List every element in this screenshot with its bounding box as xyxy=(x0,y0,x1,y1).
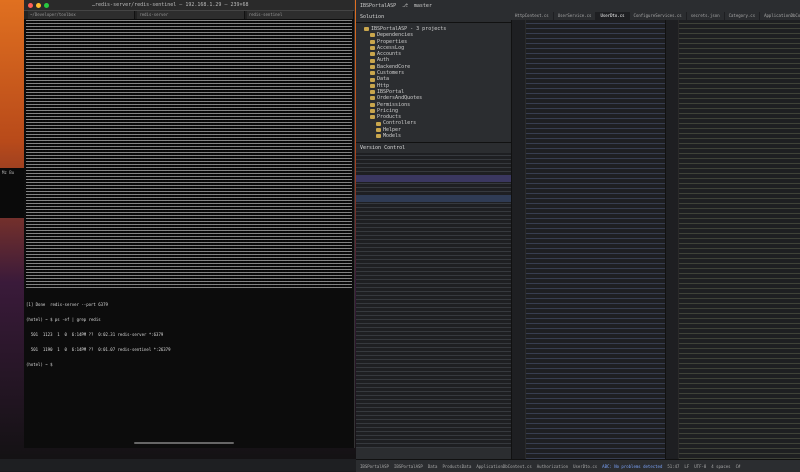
folder-icon xyxy=(370,58,375,63)
minimize-icon[interactable] xyxy=(36,2,41,8)
terminal-title: …redis-server/redis-sentinel — 192.168.1… xyxy=(92,2,249,8)
ide-window: IBSPortalASP ⎇ master Solution IBSPortal… xyxy=(356,0,800,471)
terminal-line: 501 1123 1 0 6:14PM ?? 0:02.31 redis-ser… xyxy=(26,332,164,337)
terminal-titlebar[interactable]: …redis-server/redis-sentinel — 192.168.1… xyxy=(24,0,354,11)
diff-highlight xyxy=(356,175,511,182)
folder-icon xyxy=(370,52,375,57)
terminal-output-dense xyxy=(26,20,352,288)
terminal-tab[interactable]: redis-server xyxy=(137,11,245,19)
branch-name[interactable]: master xyxy=(414,3,432,9)
folder-icon xyxy=(370,96,375,101)
diff-view xyxy=(356,153,511,448)
terminal-window[interactable]: …redis-server/redis-sentinel — 192.168.1… xyxy=(24,0,355,448)
code-editor-right[interactable] xyxy=(668,20,800,459)
folder-icon xyxy=(370,115,375,120)
taskbar-area xyxy=(0,459,356,471)
status-item[interactable]: ApplicationDbContext.cs xyxy=(476,464,531,469)
ide-statusbar: IBSPortalASP IBSPortalASP Data ProductsD… xyxy=(356,459,800,472)
terminal-output-tail: [1] Done redis-server --port 6379 (hotel… xyxy=(26,292,171,377)
folder-icon xyxy=(370,77,375,82)
status-item[interactable]: Authorization xyxy=(537,464,568,469)
encoding[interactable]: UTF-8 xyxy=(694,464,706,469)
background-window: Mz Bu xyxy=(0,168,24,218)
diff-highlight xyxy=(356,195,511,202)
language[interactable]: C# xyxy=(736,464,741,469)
editor-tab-active[interactable]: UserDto.cs xyxy=(596,12,630,20)
folder-icon xyxy=(370,90,375,95)
explorer-title: Solution xyxy=(356,12,511,23)
folder-icon xyxy=(370,109,375,113)
background-window-text: Mz Bu xyxy=(2,170,15,175)
editor-tab[interactable]: Category.cs xyxy=(725,12,761,20)
folder-icon xyxy=(370,71,375,76)
terminal-line: 501 1190 1 0 6:14PM ?? 0:01.07 redis-sen… xyxy=(26,347,171,352)
status-item[interactable]: IBSPortalASP xyxy=(360,464,389,469)
terminal-tab[interactable]: ~/Developer/toolbox xyxy=(28,11,136,19)
terminal-line: (hotel) ~ $ ps -ef | grep redis xyxy=(26,317,101,322)
code-editor-left[interactable] xyxy=(515,20,666,459)
terminal-tabs: ~/Developer/toolbox redis-server redis-s… xyxy=(24,11,354,19)
folder-icon xyxy=(370,33,375,38)
editor-tab[interactable]: HttpContext.cs xyxy=(511,12,554,20)
status-item[interactable]: UserDto.cs xyxy=(573,464,597,469)
terminal-line: (hotel) ~ $ xyxy=(26,362,53,367)
terminal-scrollbar[interactable] xyxy=(134,442,234,444)
version-control-panel: Version Control xyxy=(356,142,511,448)
maximize-icon[interactable] xyxy=(44,2,49,8)
vcs-title: Version Control xyxy=(356,143,511,153)
editor-tab[interactable]: ConfigureServices.cs xyxy=(630,12,687,20)
terminal-tab[interactable]: redis-sentinel xyxy=(246,11,354,19)
folder-icon xyxy=(370,102,375,107)
tree-label: Models xyxy=(383,133,402,140)
caret-position[interactable]: 51:47 xyxy=(667,464,679,469)
close-icon[interactable] xyxy=(28,2,33,8)
folder-icon xyxy=(370,64,375,69)
project-name[interactable]: IBSPortalASP xyxy=(360,3,396,9)
folder-icon xyxy=(376,134,381,139)
branch-icon: ⎇ xyxy=(402,3,408,9)
terminal-line: [1] Done redis-server --port 6379 xyxy=(26,302,108,307)
indent[interactable]: 4 spaces xyxy=(711,464,730,469)
inspection-status[interactable]: ABC: No problems detected xyxy=(602,464,662,469)
editor-tab[interactable]: secrets.json xyxy=(687,12,725,20)
line-ending[interactable]: LF xyxy=(684,464,689,469)
folder-icon xyxy=(370,39,375,44)
folder-icon xyxy=(370,83,375,88)
editor-tab[interactable]: UserService.cs xyxy=(554,12,597,20)
folder-icon xyxy=(370,46,375,51)
line-gutter xyxy=(668,20,679,459)
editor-tab[interactable]: ApplicationDbContext.cs xyxy=(760,12,800,20)
status-item[interactable]: ProductsData xyxy=(442,464,471,469)
line-gutter xyxy=(515,20,526,459)
folder-icon xyxy=(376,127,381,132)
status-item[interactable]: IBSPortalASP xyxy=(394,464,423,469)
tree-item[interactable]: Models xyxy=(364,133,446,139)
editor-tabs: HttpContext.cs UserService.cs UserDto.cs… xyxy=(511,12,800,20)
status-item[interactable]: Data xyxy=(428,464,438,469)
folder-icon xyxy=(376,121,381,126)
explorer-tree: IBSPortalASP - 3 projects Dependencies P… xyxy=(364,26,446,139)
solution-icon xyxy=(364,27,369,32)
